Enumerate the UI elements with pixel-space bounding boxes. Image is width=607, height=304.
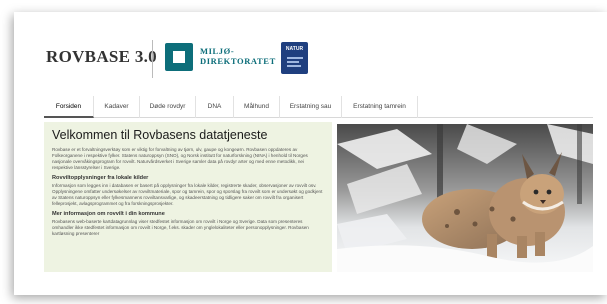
tab-label: Døde rovdyr bbox=[149, 103, 186, 110]
tab-label: Erstatning sau bbox=[289, 103, 332, 110]
tab-malhund[interactable]: Målhund bbox=[234, 96, 280, 118]
nina-logo-text: NATUR bbox=[285, 46, 304, 52]
tab-dna[interactable]: DNA bbox=[196, 96, 234, 118]
screenshot-frame: ROVBASE 3.0 MILJØ- DIREKTORATET NATUR Fo… bbox=[0, 0, 607, 304]
miljodirektoratet-logo-text[interactable]: MILJØ- DIREKTORATET bbox=[200, 46, 276, 66]
nina-logo[interactable]: NATUR bbox=[281, 42, 308, 74]
nina-logo-graphic-icon bbox=[286, 57, 303, 67]
welcome-panel: Velkommen til Rovbasens datatjeneste Rov… bbox=[44, 122, 332, 272]
header-divider bbox=[152, 40, 153, 78]
tab-label: DNA bbox=[207, 103, 222, 110]
page-title: Velkommen til Rovbasens datatjeneste bbox=[52, 128, 268, 142]
miljodirektoratet-logo-icon[interactable] bbox=[165, 43, 193, 71]
section-body-municipality: Rovbasens web-baserte kartdatagrunnlag v… bbox=[52, 219, 309, 236]
tab-kadaver[interactable]: Kadaver bbox=[94, 96, 140, 118]
tab-label: Kadaver bbox=[104, 103, 129, 110]
miljo-line-1: MILJØ- bbox=[200, 46, 235, 56]
tab-dode-rovdyr[interactable]: Døde rovdyr bbox=[140, 96, 196, 118]
section-heading-local-sources: Rovviltopplysninger fra lokale kilder bbox=[52, 175, 149, 181]
intro-paragraph: Rovbase er et forvaltningsverktøy som er… bbox=[52, 147, 308, 170]
tab-label: Erstatning tamrein bbox=[353, 103, 406, 110]
section-heading-municipality[interactable]: Mer informasjon om rovvilt i din kommune bbox=[52, 211, 324, 217]
tab-erstatning-tamrein[interactable]: Erstatning tamrein bbox=[342, 96, 418, 118]
lynx-photo bbox=[337, 124, 593, 272]
tab-label: Målhund bbox=[244, 103, 269, 110]
section-body-local-sources: Informasjon som legges inn i databasen e… bbox=[52, 183, 323, 206]
tab-forsiden[interactable]: Forsiden bbox=[44, 96, 94, 118]
tab-label: Forsiden bbox=[55, 103, 82, 110]
main-nav: Forsiden Kadaver Døde rovdyr DNA Målhund… bbox=[44, 96, 593, 118]
app-title[interactable]: ROVBASE 3.0 bbox=[46, 47, 157, 67]
tab-erstatning-sau[interactable]: Erstatning sau bbox=[280, 96, 342, 118]
miljo-line-2: DIREKTORATET bbox=[200, 56, 276, 66]
lynx-in-snow-image bbox=[337, 124, 593, 272]
